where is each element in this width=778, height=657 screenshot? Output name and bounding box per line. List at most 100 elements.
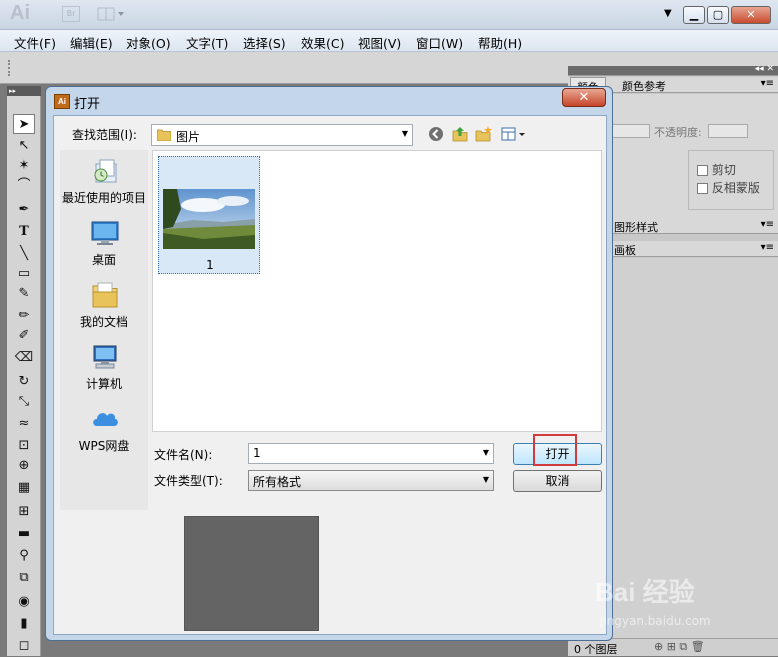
place-documents[interactable]: 我的文档 <box>60 280 148 342</box>
shape-builder-tool-icon[interactable]: ⊕ <box>13 456 35 476</box>
blend-tool-icon[interactable]: ⧉ <box>13 568 35 588</box>
magic-wand-tool-icon[interactable]: ✶ <box>13 156 35 176</box>
dialog-titlebar[interactable]: Ai 打开 ✕ <box>46 87 612 115</box>
opacity-input[interactable] <box>708 124 748 138</box>
paintbrush-tool-icon[interactable]: ✎ <box>13 284 35 304</box>
recent-items-icon <box>94 159 117 183</box>
back-icon[interactable] <box>426 125 446 145</box>
minimize-button[interactable]: ▁ <box>683 6 705 24</box>
rotate-tool-icon[interactable]: ↻ <box>13 372 35 392</box>
back-arrow-svg <box>429 127 443 141</box>
chevron-down-icon: ▼ <box>401 129 408 138</box>
folder-icon <box>157 129 171 141</box>
column-graph-tool-icon[interactable]: ▮ <box>13 614 35 634</box>
mesh-tool-icon[interactable]: ⊞ <box>13 502 35 522</box>
place-wps-cloud[interactable]: WPS网盘 <box>60 404 148 466</box>
open-dialog: Ai 打开 ✕ 查找范围(I): 图片 ▼ 最近使用的项目 桌面 我的文档 计算… <box>45 86 613 641</box>
clip-option[interactable]: 剪切 <box>697 161 736 178</box>
up-folder-icon[interactable] <box>450 125 470 145</box>
panel-menu-icon[interactable]: ▾≡ <box>761 78 774 89</box>
place-computer[interactable]: 计算机 <box>60 342 148 404</box>
type-tool-icon[interactable]: T <box>13 222 35 242</box>
chevron-down-icon[interactable]: ▼ <box>483 448 489 457</box>
filename-value: 1 <box>253 446 261 460</box>
invert-mask-option[interactable]: 反相蒙版 <box>697 179 760 196</box>
file-item[interactable]: 1 <box>158 156 260 274</box>
direct-selection-tool-icon[interactable]: ↖ <box>13 136 35 156</box>
warp-tool-icon[interactable]: ≈ <box>13 414 35 434</box>
dock-collapse-icon[interactable]: ◂◂ ✕ <box>755 64 774 74</box>
eyedropper-tool-icon[interactable]: ⚲ <box>13 546 35 566</box>
dialog-body: 查找范围(I): 图片 ▼ 最近使用的项目 桌面 我的文档 计算机 WPS网盘 … <box>53 115 607 635</box>
panel-dock-header: ◂◂ ✕ <box>568 64 778 76</box>
file-list[interactable]: 1 <box>152 150 602 432</box>
grip-icon[interactable] <box>8 60 14 76</box>
gradient-tool-icon[interactable]: ▬ <box>13 524 35 544</box>
pencil-tool-icon[interactable]: ✏ <box>13 306 35 326</box>
cancel-button[interactable]: 取消 <box>513 470 602 492</box>
menu-object[interactable]: 对象(O) <box>126 33 171 52</box>
line-tool-icon[interactable]: ╲ <box>13 244 35 264</box>
lasso-tool-icon[interactable]: ⌒ <box>13 176 35 196</box>
layer-count: 0 个图层 <box>574 643 618 656</box>
watermark-brand: Bai 经验 <box>595 577 695 607</box>
preview-pane <box>184 516 319 631</box>
view-menu-icon[interactable] <box>500 125 528 145</box>
illustrator-app-icon: Ai <box>54 94 70 109</box>
places-bar: 最近使用的项目 桌面 我的文档 计算机 WPS网盘 <box>60 150 148 510</box>
layer-actions-icon[interactable]: ⊕ ⊞ ⧉ 🗑 <box>654 640 705 654</box>
menu-help[interactable]: 帮助(H) <box>478 33 522 52</box>
invert-mask-label: 反相蒙版 <box>711 181 760 195</box>
app-close-button[interactable]: ✕ <box>731 6 771 24</box>
lookin-select[interactable]: 图片 ▼ <box>151 124 413 146</box>
menu-view[interactable]: 视图(V) <box>358 33 401 52</box>
symbol-sprayer-tool-icon[interactable]: ◉ <box>13 592 35 612</box>
scale-tool-icon[interactable]: ⤡ <box>13 392 35 412</box>
place-label: 最近使用的项目 <box>61 191 146 205</box>
menu-window[interactable]: 窗口(W) <box>416 33 463 52</box>
artboard-tool-icon[interactable]: ◻ <box>13 636 35 656</box>
menu-edit[interactable]: 编辑(E) <box>70 33 113 52</box>
clip-checkbox[interactable] <box>697 165 708 176</box>
tab-color-guide[interactable]: 颜色参考 <box>616 77 672 93</box>
filename-input[interactable]: 1 ▼ <box>248 443 494 464</box>
panel-collapse-icon[interactable]: ▸▸ <box>7 86 41 96</box>
filetype-select[interactable]: 所有格式 ▼ <box>248 470 494 491</box>
place-recent[interactable]: 最近使用的项目 <box>60 156 148 218</box>
new-folder-icon[interactable] <box>474 125 494 145</box>
new-folder-svg <box>475 126 492 142</box>
watermark-url: jingyan.baidu.com <box>600 614 711 628</box>
clip-label: 剪切 <box>711 163 736 177</box>
menu-effect[interactable]: 效果(C) <box>301 33 344 52</box>
place-label: WPS网盘 <box>78 439 130 453</box>
perspective-grid-tool-icon[interactable]: ▦ <box>13 478 35 498</box>
chevron-down-icon[interactable]: ▼ <box>483 475 489 484</box>
mask-options: 剪切 反相蒙版 <box>688 150 774 210</box>
highlight-box <box>533 434 577 466</box>
eraser-tool-icon[interactable]: ⌫ <box>13 348 35 368</box>
bridge-button[interactable]: Br <box>62 6 80 22</box>
rectangle-tool-icon[interactable]: ▭ <box>13 264 35 284</box>
place-label: 我的文档 <box>79 315 128 329</box>
free-transform-tool-icon[interactable]: ⊡ <box>13 436 35 456</box>
documents-icon <box>92 282 118 308</box>
opacity-label: 不透明度: <box>654 126 702 139</box>
maximize-button[interactable]: ▢ <box>707 6 729 24</box>
workspace-dropdown-icon[interactable]: ▼ <box>664 8 672 19</box>
menu-file[interactable]: 文件(F) <box>14 33 56 52</box>
panel-menu-icon[interactable]: ▾≡ <box>761 219 774 230</box>
blend-mode-select[interactable] <box>610 124 650 138</box>
invert-mask-checkbox[interactable] <box>697 183 708 194</box>
tab-graphic-styles[interactable]: 图形样式 <box>608 218 664 234</box>
menu-select[interactable]: 选择(S) <box>243 33 286 52</box>
arrange-documents-button[interactable] <box>96 5 128 23</box>
place-desktop[interactable]: 桌面 <box>60 218 148 280</box>
pen-tool-icon[interactable]: ✒ <box>13 200 35 220</box>
blob-brush-tool-icon[interactable]: ✐ <box>13 326 35 346</box>
menu-type[interactable]: 文字(T) <box>186 33 228 52</box>
dialog-close-button[interactable]: ✕ <box>562 88 606 107</box>
panel-menu-icon[interactable]: ▾≡ <box>761 242 774 253</box>
selection-tool-icon[interactable]: ➤ <box>13 114 35 134</box>
tab-artboards[interactable]: 画板 <box>608 241 642 257</box>
app-titlebar: Ai Br ▼ ▁ ▢ ✕ <box>0 0 778 30</box>
